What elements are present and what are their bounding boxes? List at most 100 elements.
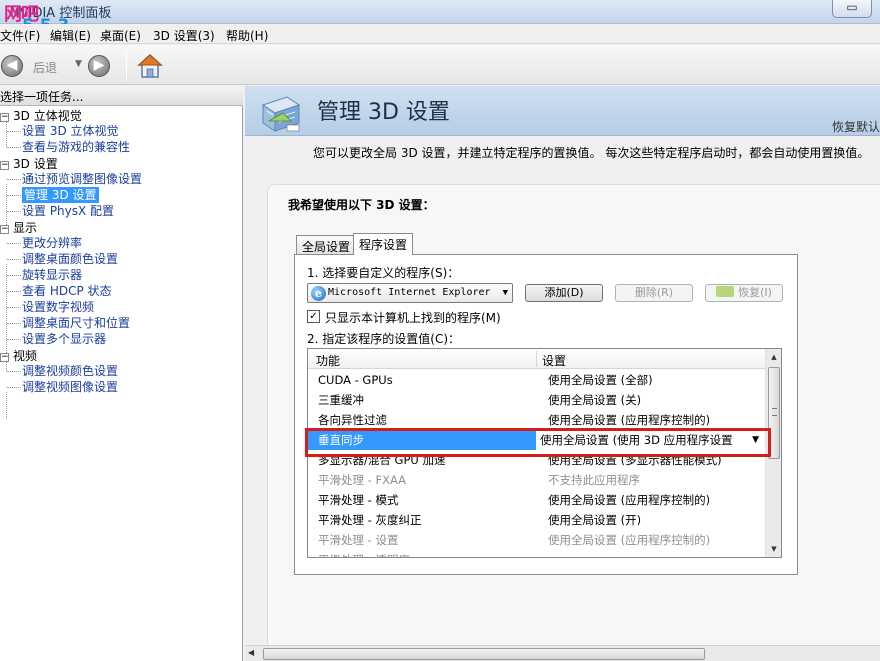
tree-item-desktop-color[interactable]: 调整桌面颜色设置 <box>22 251 118 267</box>
tree-connector <box>7 243 21 244</box>
back-dropdown-icon[interactable]: ▼ <box>75 59 82 69</box>
highlight-annotation <box>305 428 771 457</box>
collapse-icon[interactable]: − <box>0 113 9 122</box>
feature-cell: 三重缓冲 <box>318 393 364 407</box>
tree-item-setup-stereo[interactable]: 设置 3D 立体视觉 <box>22 123 119 139</box>
tab-program-settings[interactable]: 程序设置 <box>353 233 414 255</box>
program-select[interactable]: e Microsoft Internet Explorer ▼ <box>307 283 513 303</box>
table-row[interactable]: 三重缓冲 使用全局设置 (关) <box>308 390 767 410</box>
tree-item-hdcp[interactable]: 查看 HDCP 状态 <box>22 283 112 299</box>
chevron-down-icon: ▼ <box>502 288 508 298</box>
column-header-setting[interactable]: 设置 <box>542 352 566 369</box>
menu-help[interactable]: 帮助(H) <box>226 27 268 44</box>
step2-label: 2. 指定该程序的设置值(C)： <box>307 332 461 346</box>
tree-item-multi-display[interactable]: 设置多个显示器 <box>22 331 106 347</box>
tree-connector <box>7 323 21 324</box>
tab-global-settings[interactable]: 全局设置 <box>296 235 357 255</box>
checkmark-icon: ✓ <box>309 311 318 322</box>
forward-button[interactable]: ▶ <box>88 55 110 77</box>
tree-connector <box>6 392 7 419</box>
setting-cell: 不支持此应用程序 <box>548 473 640 487</box>
setting-cell: 使用全局设置 (全部) <box>548 373 653 387</box>
scroll-up-icon[interactable]: ▲ <box>766 349 781 365</box>
panel-heading: 我希望使用以下 3D 设置： <box>288 198 435 212</box>
restore-window-button[interactable]: ▭ <box>832 0 872 18</box>
feature-cell: 平滑处理 - 灰度纠正 <box>318 513 422 527</box>
show-local-programs-checkbox[interactable]: ✓ <box>307 310 320 323</box>
tree-item-manage-3d[interactable]: 管理 3D 设置 <box>22 187 99 203</box>
tree-category-label: 3D 设置 <box>13 157 58 171</box>
task-tree-pane: 选择一项任务... −3D 立体视觉 设置 3D 立体视觉 查看与游戏的兼容性 … <box>0 86 243 661</box>
back-arrow-icon: ◀ <box>6 57 18 73</box>
tree-connector <box>7 307 21 308</box>
content-header: 管理 3D 设置 恢复默认 <box>245 86 880 136</box>
scroll-left-icon[interactable]: ◀ <box>248 648 254 657</box>
column-header-feature[interactable]: 功能 <box>316 352 340 369</box>
program-settings-tab-content: 1. 选择要自定义的程序(S)： e Microsoft Internet Ex… <box>294 254 798 575</box>
horizontal-scrollbar[interactable]: ◀ <box>245 645 880 661</box>
feature-cell: 平滑处理 - FXAA <box>318 473 407 487</box>
setting-cell: 使用全局设置 (应用程序控制的) <box>548 493 711 507</box>
content-pane: 管理 3D 设置 恢复默认 您可以更改全局 3D 设置，并建立特定程序的置换值。… <box>245 86 880 661</box>
tree-connector <box>7 291 21 292</box>
tree-item-physx[interactable]: 设置 PhysX 配置 <box>22 203 114 219</box>
feature-cell: 平滑处理 - 模式 <box>318 493 399 507</box>
menu-3d-settings[interactable]: 3D 设置(3) <box>153 27 215 44</box>
tree-connector <box>7 211 21 212</box>
table-row[interactable]: 平滑处理 - 设置 使用全局设置 (应用程序控制的) <box>308 530 767 550</box>
tree-connector <box>7 371 21 372</box>
tree-item-desktop-size[interactable]: 调整桌面尺寸和位置 <box>22 315 130 331</box>
tree-category-label: 显示 <box>13 221 38 235</box>
scroll-down-icon[interactable]: ▼ <box>766 541 781 557</box>
back-label: 后退 <box>33 61 58 75</box>
setting-cell: 使用全局设置 (开) <box>548 513 642 527</box>
back-button[interactable]: ◀ <box>1 55 23 77</box>
home-icon[interactable] <box>137 53 163 79</box>
menu-edit[interactable]: 编辑(E) <box>50 27 91 44</box>
tree-item-video-color[interactable]: 调整视频颜色设置 <box>22 363 118 379</box>
tree-connector <box>7 387 21 388</box>
toolbar-separator <box>126 51 127 81</box>
tree-connector <box>7 259 21 260</box>
tree-connector <box>6 120 7 147</box>
feature-cell: 平滑处理 - 透明度 <box>318 550 410 557</box>
collapse-icon[interactable]: − <box>0 225 9 234</box>
column-divider[interactable] <box>536 351 537 367</box>
page-title: 管理 3D 设置 <box>317 100 450 125</box>
add-program-button[interactable]: 添加(D) <box>525 284 603 302</box>
tree-connector <box>7 147 21 148</box>
table-row[interactable]: 各向异性过滤 使用全局设置 (应用程序控制的) <box>308 410 767 430</box>
tree-item-resolution[interactable]: 更改分辨率 <box>22 235 82 251</box>
tree-connector <box>7 131 21 132</box>
restore-program-button[interactable]: 恢复(I) <box>705 284 783 302</box>
table-row[interactable]: CUDA - GPUs 使用全局设置 (全部) <box>308 370 767 390</box>
table-row[interactable]: 平滑处理 - FXAA 不支持此应用程序 <box>308 470 767 490</box>
table-row[interactable]: 平滑处理 - 灰度纠正 使用全局设置 (开) <box>308 510 767 530</box>
table-row[interactable]: 平滑处理 - 透明度 <box>308 550 767 557</box>
collapse-icon[interactable]: − <box>0 161 9 170</box>
horizontal-scrollbar-thumb[interactable] <box>263 648 705 660</box>
tree-category-display[interactable]: − 显示 <box>0 220 37 236</box>
tree-item-game-compat[interactable]: 查看与游戏的兼容性 <box>22 139 130 155</box>
table-row[interactable]: 平滑处理 - 模式 使用全局设置 (应用程序控制的) <box>308 490 767 510</box>
tree-item-video-image[interactable]: 调整视频图像设置 <box>22 379 118 395</box>
setting-cell: 使用全局设置 (应用程序控制的) <box>548 533 711 547</box>
tree-connector <box>7 195 21 196</box>
tree-category-stereo[interactable]: −3D 立体视觉 <box>0 108 82 124</box>
restore-defaults-link[interactable]: 恢复默认 <box>832 118 880 135</box>
tree-item-preview-image[interactable]: 通过预览调整图像设置 <box>22 171 142 187</box>
program-select-value: Microsoft Internet Explorer <box>328 287 491 298</box>
task-tree-header: 选择一项任务... <box>0 86 243 106</box>
tree-item-digital-video[interactable]: 设置数字视频 <box>22 299 94 315</box>
menu-file[interactable]: 文件(F) <box>0 27 40 44</box>
menu-desktop[interactable]: 桌面(E) <box>100 27 141 44</box>
tree-category-3d-settings[interactable]: −3D 设置 <box>0 156 58 172</box>
tree-category-label: 视频 <box>13 349 38 363</box>
tree-item-rotate[interactable]: 旋转显示器 <box>22 267 82 283</box>
tree-category-video[interactable]: − 视频 <box>0 348 37 364</box>
title-bar: NVIDIA 控制面板 网吧 5 5 3 com ▭ <box>0 0 880 36</box>
step1-label: 1. 选择要自定义的程序(S)： <box>307 266 460 280</box>
collapse-icon[interactable]: − <box>0 353 9 362</box>
setting-cell: 使用全局设置 (关) <box>548 393 642 407</box>
remove-program-button[interactable]: 删除(R) <box>615 284 693 302</box>
